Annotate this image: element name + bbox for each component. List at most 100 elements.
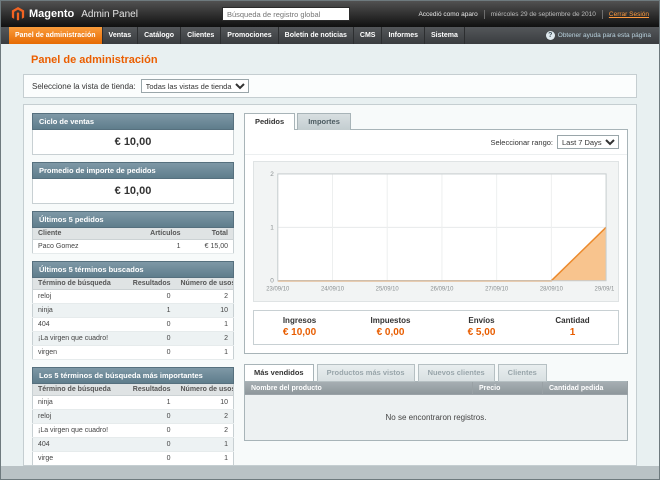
magento-logo[interactable]: Magento Admin Panel <box>11 7 138 21</box>
nav-item[interactable]: CMS <box>354 27 383 44</box>
store-view-select[interactable]: Todas las vistas de tienda <box>141 79 249 93</box>
dashboard-panel: Ciclo de ventas € 10,00 Promedio de impo… <box>23 104 637 466</box>
last-search-terms-table: Término de búsquedaResultadosNúmero de u… <box>32 278 234 360</box>
table-row[interactable]: ¡La virgen que cuadro! 0 2 <box>33 424 234 438</box>
nav-item[interactable]: Clientes <box>181 27 221 44</box>
column-header: Término de búsqueda <box>33 278 128 290</box>
svg-text:1: 1 <box>270 224 274 231</box>
total-cell: Envíos € 5,00 <box>436 311 527 344</box>
nav-item[interactable]: Ventas <box>103 27 139 44</box>
totals-row: Ingresos € 10,00 Impuestos € 0,00 Envíos… <box>253 310 619 345</box>
table-row[interactable]: reloj 0 2 <box>33 410 234 424</box>
column-header: Artículos <box>141 228 186 240</box>
column-header: Número de usos <box>176 278 234 290</box>
range-select-label: Seleccionar rango: <box>490 138 553 147</box>
nav-item[interactable]: Boletín de noticias <box>279 27 354 44</box>
column-header: Nombre del producto <box>245 381 473 395</box>
chart-tab[interactable]: Importes <box>297 113 351 130</box>
average-orders-title: Promedio de importe de pedidos <box>32 162 234 179</box>
dashboard-left-column: Ciclo de ventas € 10,00 Promedio de impo… <box>32 113 234 457</box>
divider <box>484 10 485 19</box>
total-value: € 10,00 <box>254 327 345 338</box>
table-row[interactable]: 404 0 1 <box>33 438 234 452</box>
table-row[interactable]: ninja 1 10 <box>33 396 234 410</box>
products-table: Nombre del productoPrecioCantidad pedida… <box>244 381 628 441</box>
orders-chart-container: 0 1 2 23/09/10 24/09/10 25/09/10 26/09/10 27/09… <box>253 161 619 302</box>
grid-tab[interactable]: Nuevos clientes <box>418 364 495 382</box>
logo-subtitle: Admin Panel <box>81 9 138 20</box>
svg-text:2: 2 <box>270 171 274 178</box>
chart-panel: Seleccionar rango: Last 7 Days 0 1 2 23/09/… <box>244 129 628 354</box>
table-row[interactable]: ninja 1 10 <box>33 304 234 318</box>
nav-item[interactable]: Promociones <box>221 27 278 44</box>
table-row[interactable]: 404 0 1 <box>33 318 234 332</box>
table-row[interactable]: ¡La virgen que cuadro! 0 2 <box>33 332 234 346</box>
chart-tab[interactable]: Pedidos <box>244 113 295 130</box>
range-select[interactable]: Last 7 Days <box>557 135 619 149</box>
lifetime-sales-value: € 10,00 <box>32 130 234 155</box>
column-header: Precio <box>473 381 543 395</box>
nav-item[interactable]: Panel de administración <box>9 27 103 44</box>
logged-in-as-text: Accedió como aparo <box>418 11 477 18</box>
column-header: Total <box>186 228 234 240</box>
table-row[interactable]: Paco Gomez 1 € 15,00 <box>33 240 234 254</box>
grid-tab[interactable]: Más vendidos <box>244 364 314 382</box>
last-search-terms-title: Últimos 5 términos buscados <box>32 261 234 278</box>
logout-link[interactable]: Cerrar Sesión <box>609 11 649 18</box>
column-header: Número de usos <box>176 384 234 396</box>
help-icon: ? <box>546 31 555 40</box>
main-nav: Panel de administraciónVentasCatálogoCli… <box>1 27 659 44</box>
svg-text:24/09/10: 24/09/10 <box>321 287 345 293</box>
total-label: Cantidad <box>527 316 618 325</box>
nav-item[interactable]: Catálogo <box>138 27 181 44</box>
top-bar: Magento Admin Panel Accedió como aparo m… <box>1 1 659 27</box>
nav-item[interactable]: Sistema <box>425 27 465 44</box>
grid-tab[interactable]: Productos más vistos <box>317 364 415 382</box>
global-search-input[interactable] <box>222 7 350 21</box>
svg-text:23/09/10: 23/09/10 <box>266 287 290 293</box>
column-header: Resultados <box>128 278 176 290</box>
svg-text:29/09/10: 29/09/10 <box>595 287 614 293</box>
magento-admin-window: Magento Admin Panel Accedió como aparo m… <box>0 0 660 480</box>
nav-item[interactable]: Informes <box>382 27 425 44</box>
help-link[interactable]: ? Obtener ayuda para esta página <box>546 27 651 44</box>
dashboard-right-column: PedidosImportes Seleccionar rango: Last … <box>244 113 628 457</box>
last-orders-table: ClienteArtículosTotal Paco Gomez 1 € 15,… <box>32 228 234 254</box>
logo-text: Magento <box>29 8 74 20</box>
page-title: Panel de administración <box>31 54 629 66</box>
last-orders-box: Últimos 5 pedidos ClienteArtículosTotal … <box>32 211 234 254</box>
average-orders-box: Promedio de importe de pedidos € 10,00 <box>32 162 234 204</box>
svg-text:27/09/10: 27/09/10 <box>485 287 509 293</box>
current-date-text: miércoles 29 de septiembre de 2010 <box>491 11 596 18</box>
column-header: Cliente <box>33 228 141 240</box>
svg-text:0: 0 <box>270 278 274 285</box>
column-header: Término de búsqueda <box>33 384 128 396</box>
orders-chart: 0 1 2 23/09/10 24/09/10 25/09/10 26/09/10 27/09… <box>258 166 614 297</box>
table-row[interactable]: virgen 0 1 <box>33 346 234 360</box>
total-label: Ingresos <box>254 316 345 325</box>
total-value: 1 <box>527 327 618 338</box>
grid-tabs: Más vendidosProductos más vistosNuevos c… <box>244 364 628 382</box>
average-orders-value: € 10,00 <box>32 179 234 204</box>
svg-text:25/09/10: 25/09/10 <box>376 287 400 293</box>
store-view-label: Seleccione la vista de tienda: <box>32 82 136 91</box>
table-row[interactable]: virge 0 1 <box>33 452 234 466</box>
divider <box>602 10 603 19</box>
empty-message: No se encontraron registros. <box>245 395 628 441</box>
total-value: € 0,00 <box>345 327 436 338</box>
total-label: Envíos <box>436 316 527 325</box>
lifetime-sales-title: Ciclo de ventas <box>32 113 234 130</box>
svg-text:26/09/10: 26/09/10 <box>430 287 454 293</box>
column-header: Resultados <box>128 384 176 396</box>
column-header: Cantidad pedida <box>543 381 628 395</box>
last-search-terms-box: Últimos 5 términos buscados Término de b… <box>32 261 234 360</box>
top-bar-user-area: Accedió como aparo miércoles 29 de septi… <box>418 10 649 19</box>
table-row[interactable]: reloj 0 2 <box>33 290 234 304</box>
lifetime-sales-box: Ciclo de ventas € 10,00 <box>32 113 234 155</box>
grid-tab[interactable]: Clientes <box>498 364 547 382</box>
magento-logo-icon <box>11 7 25 21</box>
total-cell: Impuestos € 0,00 <box>345 311 436 344</box>
top-search-terms-title: Los 5 términos de búsqueda más important… <box>32 367 234 384</box>
last-orders-title: Últimos 5 pedidos <box>32 211 234 228</box>
nav-items: Panel de administraciónVentasCatálogoCli… <box>9 27 465 44</box>
